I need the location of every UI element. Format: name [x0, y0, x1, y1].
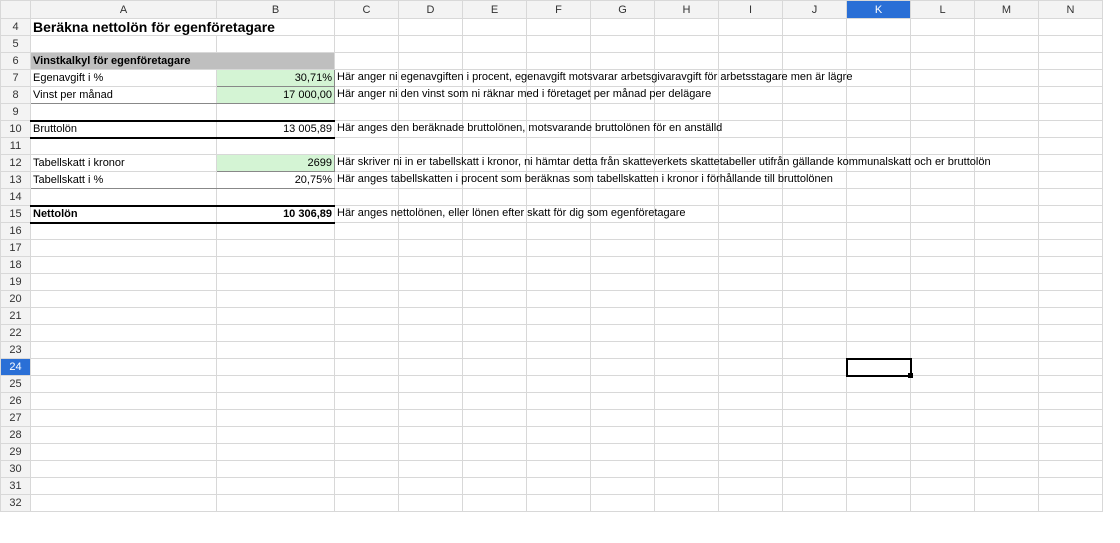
cell-B12[interactable]: 2699 [217, 155, 335, 172]
column-header-row: A B C D E F G H I J K L M N [1, 1, 1103, 19]
cell-C12[interactable]: Här skriver ni in er tabellskatt i krono… [335, 155, 399, 172]
col-header-K[interactable]: K [847, 1, 911, 19]
row-header-4[interactable]: 4 [1, 19, 31, 36]
cell-B15[interactable]: 10 306,89 [217, 206, 335, 223]
row-header-18[interactable]: 18 [1, 257, 31, 274]
row-header-32[interactable]: 32 [1, 495, 31, 512]
row-8[interactable]: 8 Vinst per månad 17 000,00 Här anger ni… [1, 87, 1103, 104]
cell-A12[interactable]: Tabellskatt i kronor [31, 155, 217, 172]
row-header-26[interactable]: 26 [1, 393, 31, 410]
grid[interactable]: A B C D E F G H I J K L M N 4 Beräkna ne… [0, 0, 1103, 512]
cell-A13[interactable]: Tabellskatt i % [31, 172, 217, 189]
row-header-8[interactable]: 8 [1, 87, 31, 104]
cell-K24-selected[interactable] [847, 359, 911, 376]
cell-C15[interactable]: Här anges nettolönen, eller lönen efter … [335, 206, 399, 223]
row-header-9[interactable]: 9 [1, 104, 31, 121]
row-24[interactable]: 24 [1, 359, 1103, 376]
row-header-30[interactable]: 30 [1, 461, 31, 478]
cell-A8[interactable]: Vinst per månad [31, 87, 217, 104]
row-header-13[interactable]: 13 [1, 172, 31, 189]
col-header-N[interactable]: N [1039, 1, 1103, 19]
col-header-I[interactable]: I [719, 1, 783, 19]
cell-A7[interactable]: Egenavgift i % [31, 70, 217, 87]
row-15[interactable]: 15 Nettolön 10 306,89 Här anges nettolön… [1, 206, 1103, 223]
cell-C7[interactable]: Här anger ni egenavgiften i procent, ege… [335, 70, 399, 87]
col-header-M[interactable]: M [975, 1, 1039, 19]
row-13[interactable]: 13 Tabellskatt i % 20,75% Här anges tabe… [1, 172, 1103, 189]
row-4[interactable]: 4 Beräkna nettolön för egenföretagare [1, 19, 1103, 36]
row-header-19[interactable]: 19 [1, 274, 31, 291]
cell-A10[interactable]: Bruttolön [31, 121, 217, 138]
col-header-G[interactable]: G [591, 1, 655, 19]
cell-C10[interactable]: Här anges den beräknade bruttolönen, mot… [335, 121, 399, 138]
col-header-H[interactable]: H [655, 1, 719, 19]
cell-A15[interactable]: Nettolön [31, 206, 217, 223]
row-header-14[interactable]: 14 [1, 189, 31, 206]
row-header-20[interactable]: 20 [1, 291, 31, 308]
cell-B10[interactable]: 13 005,89 [217, 121, 335, 138]
col-header-C[interactable]: C [335, 1, 399, 19]
row-header-24[interactable]: 24 [1, 359, 31, 376]
row-header-29[interactable]: 29 [1, 444, 31, 461]
row-header-23[interactable]: 23 [1, 342, 31, 359]
row-10[interactable]: 10 Bruttolön 13 005,89 Här anges den ber… [1, 121, 1103, 138]
cell-A6-section[interactable]: Vinstkalkyl för egenföretagare [31, 53, 335, 70]
cell-B8[interactable]: 17 000,00 [217, 87, 335, 104]
row-header-15[interactable]: 15 [1, 206, 31, 223]
row-header-16[interactable]: 16 [1, 223, 31, 240]
row-7[interactable]: 7 Egenavgift i % 30,71% Här anger ni ege… [1, 70, 1103, 87]
cell-B13[interactable]: 20,75% [217, 172, 335, 189]
col-header-B[interactable]: B [217, 1, 335, 19]
cell-C8[interactable]: Här anger ni den vinst som ni räknar med… [335, 87, 399, 104]
row-header-22[interactable]: 22 [1, 325, 31, 342]
col-header-F[interactable]: F [527, 1, 591, 19]
row-header-10[interactable]: 10 [1, 121, 31, 138]
cell-C4[interactable] [335, 19, 399, 36]
cell-A4-title[interactable]: Beräkna nettolön för egenföretagare [31, 19, 335, 36]
row-header-28[interactable]: 28 [1, 427, 31, 444]
row-header-5[interactable]: 5 [1, 36, 31, 53]
corner-cell[interactable] [1, 1, 31, 19]
row-header-17[interactable]: 17 [1, 240, 31, 257]
row-header-31[interactable]: 31 [1, 478, 31, 495]
row-header-6[interactable]: 6 [1, 53, 31, 70]
row-header-7[interactable]: 7 [1, 70, 31, 87]
row-header-11[interactable]: 11 [1, 138, 31, 155]
col-header-L[interactable]: L [911, 1, 975, 19]
row-header-27[interactable]: 27 [1, 410, 31, 427]
col-header-D[interactable]: D [399, 1, 463, 19]
cell-B7[interactable]: 30,71% [217, 70, 335, 87]
col-header-A[interactable]: A [31, 1, 217, 19]
cell-C13[interactable]: Här anges tabellskatten i procent som be… [335, 172, 399, 189]
row-header-21[interactable]: 21 [1, 308, 31, 325]
col-header-J[interactable]: J [783, 1, 847, 19]
row-header-12[interactable]: 12 [1, 155, 31, 172]
row-12[interactable]: 12 Tabellskatt i kronor 2699 Här skriver… [1, 155, 1103, 172]
row-6[interactable]: 6 Vinstkalkyl för egenföretagare [1, 53, 1103, 70]
row-header-25[interactable]: 25 [1, 376, 31, 393]
col-header-E[interactable]: E [463, 1, 527, 19]
spreadsheet[interactable]: A B C D E F G H I J K L M N 4 Beräkna ne… [0, 0, 1120, 543]
